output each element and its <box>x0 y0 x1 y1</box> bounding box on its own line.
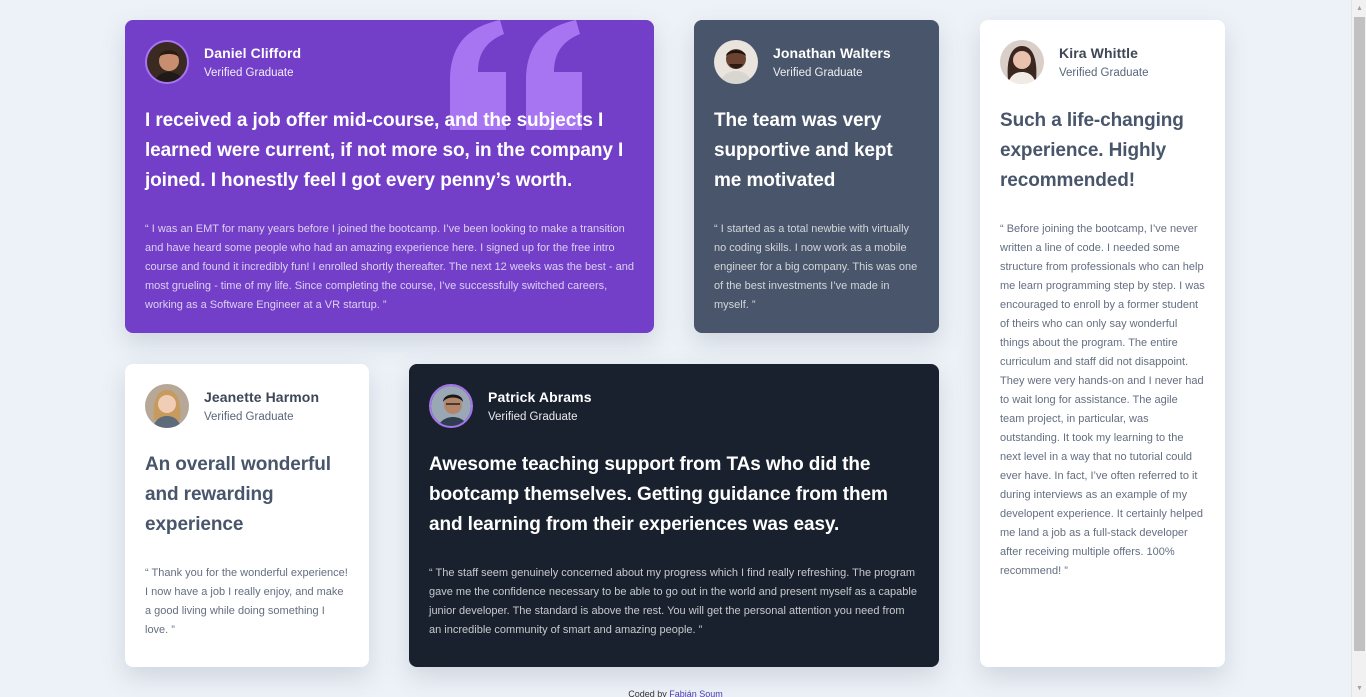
avatar-image <box>147 42 187 82</box>
testimonial-card-jonathan: Jonathan Walters Verified Graduate The t… <box>694 20 939 333</box>
avatar-jonathan <box>714 40 758 84</box>
testimonial-headline: An overall wonderful and rewarding exper… <box>145 454 331 535</box>
author-name: Patrick Abrams <box>488 389 592 405</box>
testimonial-headline: The team was very supportive and kept me… <box>714 110 893 191</box>
author-role: Verified Graduate <box>488 411 578 423</box>
avatar-image <box>714 40 758 84</box>
testimonial-card-jeanette: Jeanette Harmon Verified Graduate An ove… <box>125 364 369 667</box>
card-header: Patrick Abrams Verified Graduate <box>429 384 919 428</box>
author-name: Daniel Clifford <box>204 45 302 61</box>
scroll-up-arrow-icon[interactable]: ▲ <box>1352 1 1366 16</box>
author-name: Jeanette Harmon <box>204 389 320 405</box>
testimonial-card-daniel: Daniel Clifford Verified Graduate I rece… <box>125 20 654 333</box>
card-header: Daniel Clifford Verified Graduate <box>145 40 634 84</box>
author-info: Jeanette Harmon Verified Graduate <box>204 389 319 423</box>
testimonial-headline: Such a life-changing experience. Highly … <box>1000 110 1184 191</box>
testimonial-card-kira: Kira Whittle Verified Graduate Such a li… <box>980 20 1225 667</box>
avatar-image <box>1000 40 1044 84</box>
author-role: Verified Graduate <box>773 67 863 79</box>
card-header: Jeanette Harmon Verified Graduate <box>145 384 349 428</box>
author-role: Verified Graduate <box>204 67 294 79</box>
author-info: Patrick Abrams Verified Graduate <box>488 389 592 423</box>
attribution-footer: Coded by Fabián Soum <box>0 689 1351 697</box>
avatar-image <box>145 384 189 428</box>
author-info: Jonathan Walters Verified Graduate <box>773 45 891 79</box>
testimonial-headline: Awesome teaching support from TAs who di… <box>429 454 888 535</box>
vertical-scrollbar[interactable]: ▲ ▼ <box>1351 0 1366 697</box>
author-role: Verified Graduate <box>1059 67 1149 79</box>
avatar-daniel <box>145 40 189 84</box>
author-name: Jonathan Walters <box>773 45 891 61</box>
author-info: Kira Whittle Verified Graduate <box>1059 45 1149 79</box>
testimonial-quote: “ I was an EMT for many years before I j… <box>145 223 634 311</box>
testimonial-quote: “ Before joining the bootcamp, I’ve neve… <box>1000 223 1205 577</box>
scroll-down-arrow-icon[interactable]: ▼ <box>1352 681 1366 696</box>
testimonial-headline: I received a job offer mid-course, and t… <box>145 110 624 191</box>
testimonial-quote: “ I started as a total newbie with virtu… <box>714 223 918 311</box>
author-link[interactable]: Fabián Soum <box>669 689 723 697</box>
card-header: Jonathan Walters Verified Graduate <box>714 40 919 84</box>
avatar-jeanette <box>145 384 189 428</box>
card-header: Kira Whittle Verified Graduate <box>1000 40 1205 84</box>
testimonial-quote: “ The staff seem genuinely concerned abo… <box>429 567 917 636</box>
scrollbar-thumb[interactable] <box>1354 17 1365 651</box>
testimonial-card-patrick: Patrick Abrams Verified Graduate Awesome… <box>409 364 939 667</box>
author-info: Daniel Clifford Verified Graduate <box>204 45 301 79</box>
author-name: Kira Whittle <box>1059 45 1138 61</box>
avatar-kira <box>1000 40 1044 84</box>
avatar-image <box>431 386 471 426</box>
attribution-prefix: Coded by <box>628 689 667 697</box>
testimonial-quote: “ Thank you for the wonderful experience… <box>145 567 348 636</box>
avatar-patrick <box>429 384 473 428</box>
author-role: Verified Graduate <box>204 411 294 423</box>
